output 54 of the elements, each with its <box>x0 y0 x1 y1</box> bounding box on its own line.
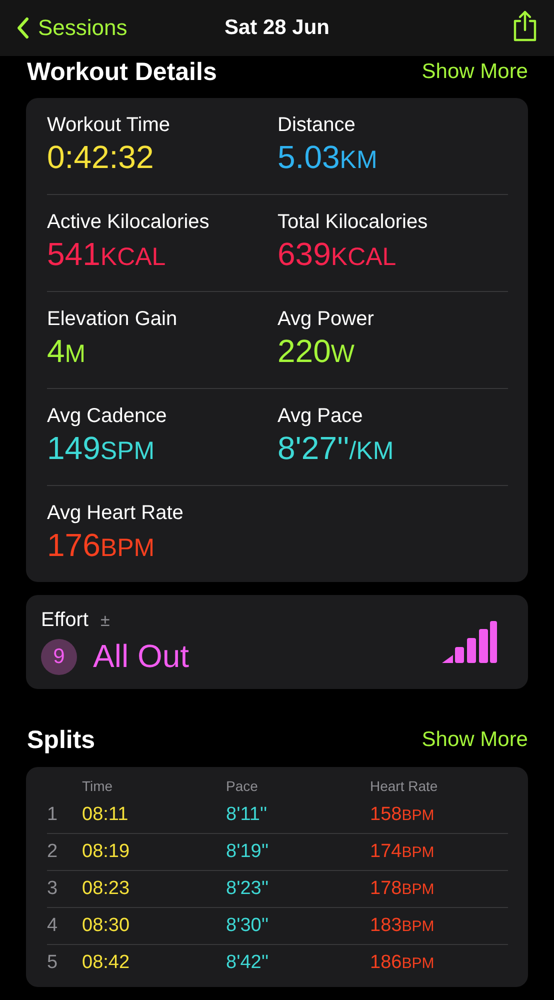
split-number: 2 <box>47 841 59 863</box>
metric-label: Distance <box>278 114 356 137</box>
effort-label: Effort <box>41 609 88 632</box>
show-more-link[interactable]: Show More <box>422 60 528 84</box>
split-pace: 8'30'' <box>226 915 270 937</box>
metric-label: Avg Heart Rate <box>47 502 184 525</box>
split-time: 08:42 <box>82 952 131 974</box>
metric-value: 5.03KM <box>278 139 378 176</box>
metric-value: 639KCAL <box>278 236 396 273</box>
metric-label: Elevation Gain <box>47 308 178 331</box>
metric-label: Workout Time <box>47 114 170 137</box>
section-title: Splits <box>27 726 96 754</box>
metric-label: Avg Power <box>278 308 374 331</box>
metric-value: 8'27''/KM <box>278 430 394 467</box>
split-time: 08:30 <box>82 915 131 937</box>
split-heart-rate: 174BPM <box>370 841 436 863</box>
back-button[interactable]: Sessions <box>16 15 128 41</box>
split-heart-rate: 158BPM <box>370 804 436 826</box>
split-number: 1 <box>47 804 59 826</box>
adjust-symbol[interactable]: ± <box>100 610 110 630</box>
column-header: Time <box>82 778 114 794</box>
effort-bars-icon <box>440 619 498 665</box>
split-time: 08:11 <box>82 804 130 826</box>
split-heart-rate: 178BPM <box>370 878 436 900</box>
split-time: 08:19 <box>82 841 131 863</box>
effort-rating: All Out <box>93 638 190 675</box>
split-pace: 8'11'' <box>226 804 268 826</box>
metric-value: 0:42:32 <box>47 139 154 176</box>
column-header: Heart Rate <box>370 778 439 794</box>
split-heart-rate: 186BPM <box>370 952 436 974</box>
metric-label: Active Kilocalories <box>47 211 210 234</box>
metric-label: Avg Pace <box>278 405 363 428</box>
metric-value: 4M <box>47 333 86 370</box>
metric-value: 176BPM <box>47 527 155 564</box>
split-heart-rate: 183BPM <box>370 915 436 937</box>
split-pace: 8'19'' <box>226 841 270 863</box>
chevron-left-icon <box>16 16 30 40</box>
metric-value: 541KCAL <box>47 236 166 273</box>
split-number: 3 <box>47 878 59 900</box>
share-icon[interactable] <box>512 10 538 42</box>
split-time: 08:23 <box>82 878 131 900</box>
metric-value: 149SPM <box>47 430 155 467</box>
column-header: Pace <box>226 778 259 794</box>
section-title: Workout Details <box>27 58 217 86</box>
split-number: 4 <box>47 915 59 937</box>
split-pace: 8'23'' <box>226 878 270 900</box>
metric-value: 220W <box>278 333 354 370</box>
metric-label: Avg Cadence <box>47 405 167 428</box>
split-number: 5 <box>47 952 59 974</box>
effort-score-badge: 9 <box>41 638 77 674</box>
metric-label: Total Kilocalories <box>278 211 428 234</box>
split-pace: 8'42'' <box>226 952 270 974</box>
date-title: Sat 28 Jun <box>224 16 330 40</box>
show-more-link[interactable]: Show More <box>422 728 528 752</box>
